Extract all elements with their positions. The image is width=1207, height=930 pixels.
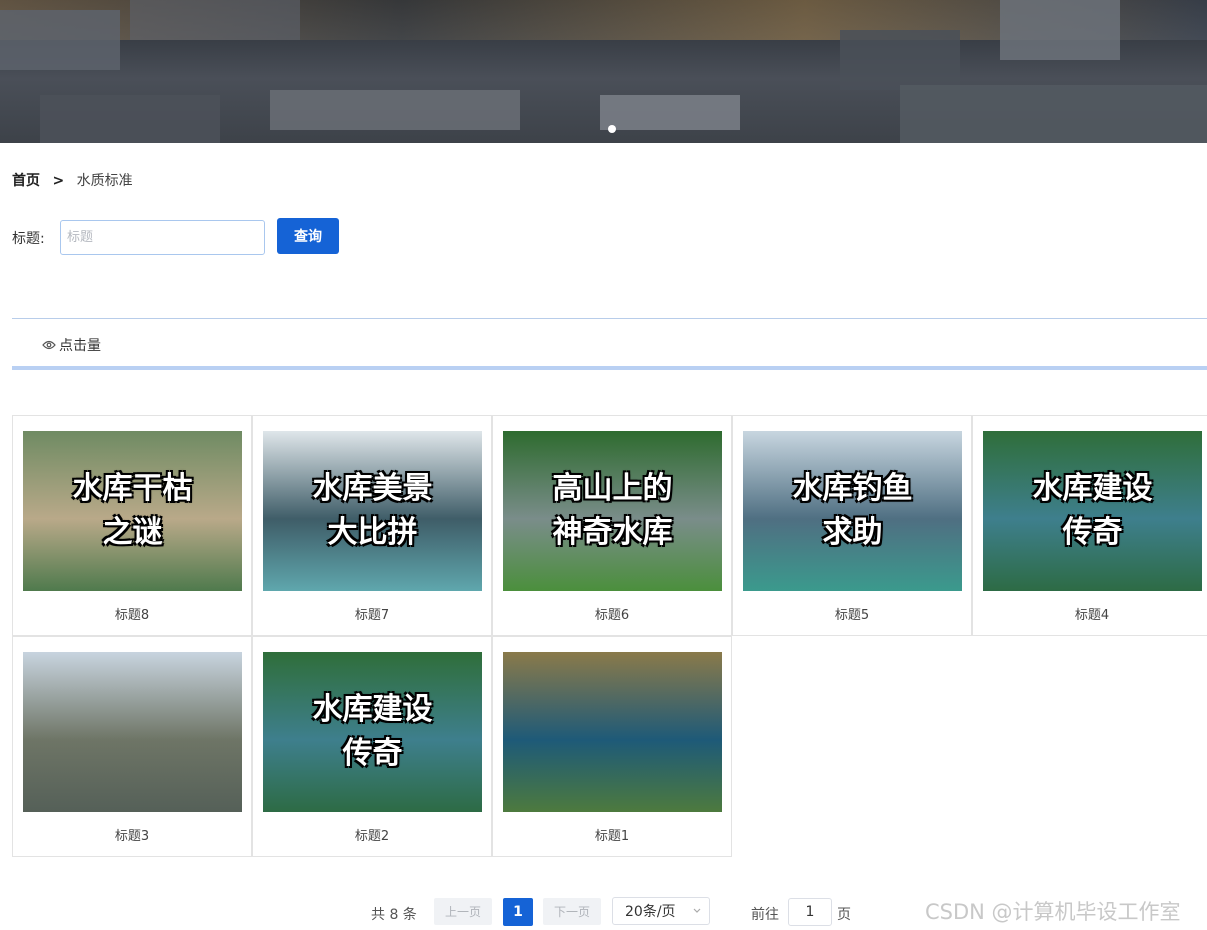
search-button[interactable]: 查询 bbox=[277, 218, 339, 254]
item-title[interactable]: 标题6 bbox=[493, 604, 731, 623]
item-title[interactable]: 标题2 bbox=[253, 825, 491, 844]
eye-icon bbox=[42, 340, 56, 350]
thumbnail-overlay-text: 水库干枯 之谜 bbox=[72, 471, 193, 550]
item-thumbnail[interactable]: 水库建设 传奇 bbox=[263, 652, 482, 812]
title-label: 标题: bbox=[12, 231, 45, 247]
item-thumbnail[interactable]: 高山上的 神奇水库 bbox=[503, 431, 722, 591]
item-thumbnail[interactable]: 水库干枯 之谜 bbox=[23, 431, 242, 591]
carousel-indicator[interactable] bbox=[608, 125, 616, 133]
next-page-button[interactable]: 下一页 bbox=[543, 898, 601, 925]
item-title[interactable]: 标题8 bbox=[13, 604, 251, 623]
title-search-input[interactable] bbox=[60, 220, 265, 255]
sort-clicks-label: 点击量 bbox=[59, 338, 101, 354]
item-title[interactable]: 标题5 bbox=[733, 604, 971, 623]
thumbnail-overlay-text: 水库钓鱼 求助 bbox=[792, 471, 913, 550]
item-thumbnail[interactable] bbox=[503, 652, 722, 812]
thumbnail-overlay-text: 水库建设 传奇 bbox=[1032, 471, 1153, 550]
page-number-current[interactable]: 1 bbox=[503, 898, 533, 926]
breadcrumb-current: 水质标准 bbox=[76, 173, 133, 189]
item-title[interactable]: 标题7 bbox=[253, 604, 491, 623]
thumbnail-overlay-text: 水库建设 传奇 bbox=[312, 692, 433, 771]
item-card[interactable]: 标题1 bbox=[492, 636, 732, 857]
item-card[interactable]: 水库钓鱼 求助标题5 bbox=[732, 415, 972, 636]
page-suffix-label: 页 bbox=[837, 907, 851, 923]
breadcrumb-separator: > bbox=[52, 173, 65, 189]
item-card[interactable]: 水库建设 传奇标题2 bbox=[252, 636, 492, 857]
item-thumbnail[interactable] bbox=[23, 652, 242, 812]
item-title[interactable]: 标题3 bbox=[13, 825, 251, 844]
thumbnail-overlay-text: 高山上的 神奇水库 bbox=[552, 471, 673, 550]
goto-label: 前往 bbox=[751, 907, 779, 923]
page-size-value: 20条/页 bbox=[625, 904, 676, 920]
item-thumbnail[interactable]: 水库建设 传奇 bbox=[983, 431, 1202, 591]
chevron-down-icon bbox=[693, 908, 701, 913]
item-title[interactable]: 标题4 bbox=[973, 604, 1207, 623]
item-thumbnail[interactable]: 水库钓鱼 求助 bbox=[743, 431, 962, 591]
sort-bar: 点击量 bbox=[12, 318, 1207, 370]
item-title[interactable]: 标题1 bbox=[493, 825, 731, 844]
goto-page-input[interactable] bbox=[788, 898, 832, 926]
banner-carousel[interactable] bbox=[0, 0, 1207, 143]
breadcrumb-home[interactable]: 首页 bbox=[12, 173, 40, 189]
sort-by-clicks[interactable]: 点击量 bbox=[42, 335, 101, 355]
item-card[interactable]: 标题3 bbox=[12, 636, 252, 857]
item-card[interactable]: 水库建设 传奇标题4 bbox=[972, 415, 1207, 636]
pagination-total: 共 8 条 bbox=[371, 907, 417, 923]
item-card[interactable]: 水库美景 大比拼标题7 bbox=[252, 415, 492, 636]
item-card[interactable]: 高山上的 神奇水库标题6 bbox=[492, 415, 732, 636]
breadcrumb: 首页 > 水质标准 bbox=[12, 170, 133, 190]
thumbnail-overlay-text: 水库美景 大比拼 bbox=[312, 471, 433, 550]
item-card[interactable]: 水库干枯 之谜标题8 bbox=[12, 415, 252, 636]
page-size-select[interactable]: 20条/页 bbox=[612, 897, 710, 925]
item-thumbnail[interactable]: 水库美景 大比拼 bbox=[263, 431, 482, 591]
watermark: CSDN @计算机毕设工作室 bbox=[925, 900, 1181, 924]
prev-page-button[interactable]: 上一页 bbox=[434, 898, 492, 925]
